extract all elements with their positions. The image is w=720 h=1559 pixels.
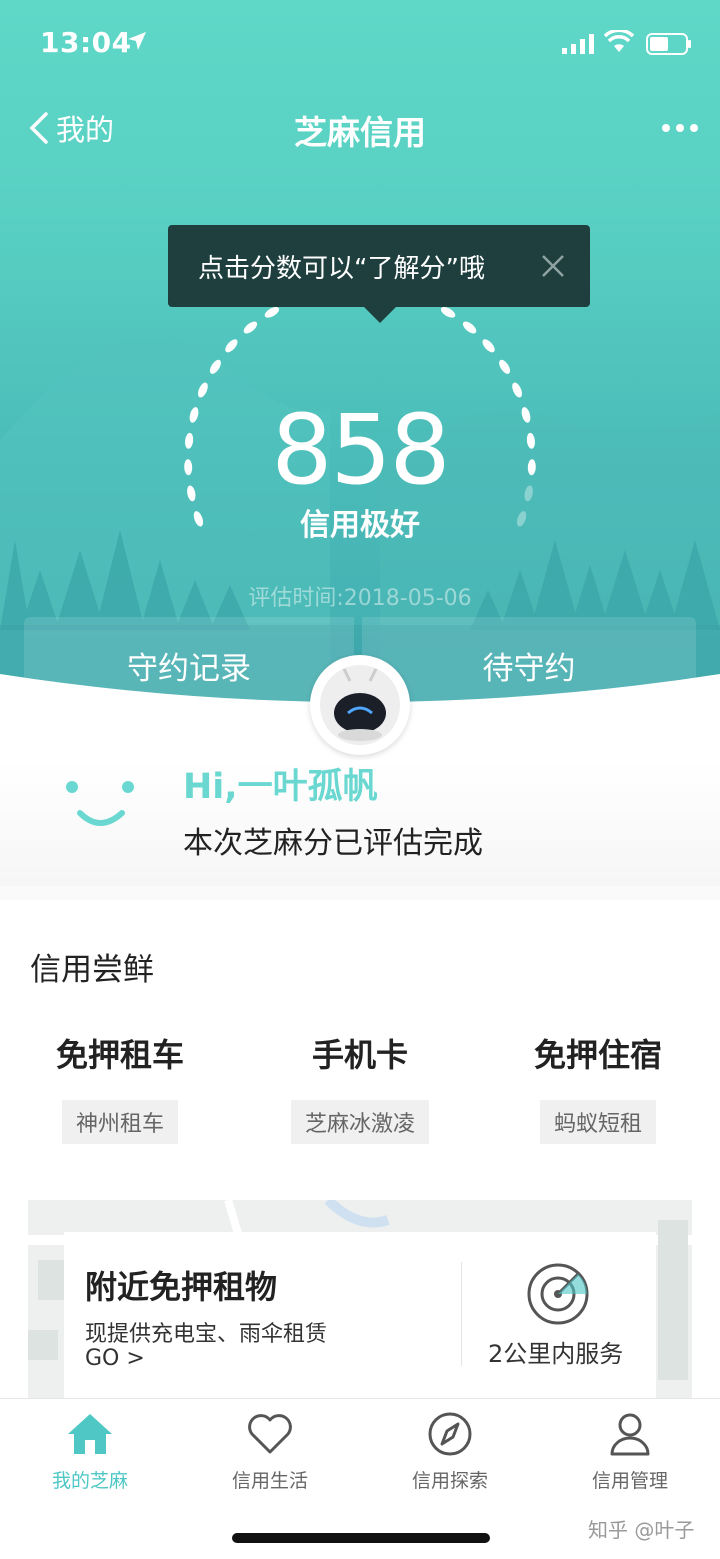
wifi-icon (604, 30, 634, 52)
radar-icon (527, 1263, 589, 1325)
location-arrow-icon (128, 32, 146, 50)
heart-icon (248, 1414, 292, 1454)
dial-tick (482, 339, 495, 353)
trial-tag: 芝麻冰激凌 (290, 1100, 429, 1144)
watermark-text: 知乎 @叶子 (588, 1518, 695, 1542)
dial-tick (198, 382, 208, 398)
tooltip-arrow (364, 307, 396, 323)
status-time: 13:04 (40, 26, 132, 59)
dial-tick (209, 359, 221, 374)
home-icon (68, 1414, 112, 1454)
tab-label: 我的芝麻 (51, 1470, 128, 1492)
dial-tick (440, 306, 456, 318)
trial-lodging[interactable]: 免押住宿 蚂蚁短租 (498, 1030, 698, 1144)
status-bar: 13:04 (0, 0, 720, 88)
trial-name: 手机卡 (311, 1036, 408, 1074)
section-title: 信用尝鲜 (30, 952, 154, 988)
robot-avatar[interactable] (310, 655, 410, 755)
trial-car-rental[interactable]: 免押租车 神州租车 (20, 1030, 220, 1144)
trial-name: 免押租车 (55, 1036, 184, 1074)
nav-bar: 我的 芝麻信用 (0, 96, 720, 160)
tab-credit-manage[interactable]: 信用管理 (560, 1410, 700, 1493)
tab-label: 信用探索 (411, 1470, 488, 1492)
cellular-signal-icon (562, 34, 594, 54)
tab-label: 信用管理 (591, 1470, 668, 1492)
trial-tag: 蚂蚁短租 (539, 1100, 656, 1144)
section-divider (0, 886, 720, 900)
robot-icon (320, 665, 400, 745)
battery-icon (646, 33, 691, 55)
dial-tick (499, 359, 511, 374)
tab-label: 信用生活 (231, 1470, 308, 1492)
score-tooltip: 点击分数可以“了解分”哦 (168, 225, 590, 323)
vertical-divider (461, 1262, 462, 1366)
close-icon[interactable] (540, 253, 566, 279)
tooltip-text: 点击分数可以“了解分”哦 (198, 253, 485, 284)
dial-tick (264, 306, 280, 318)
page-title: 芝麻信用 (294, 113, 426, 152)
greeting-name: Hi,一叶孤帆 (183, 767, 378, 807)
dial-tick (512, 382, 522, 398)
tab-credit-life[interactable]: 信用生活 (200, 1410, 340, 1493)
tab-credit-explore[interactable]: 信用探索 (380, 1410, 520, 1493)
tab-my-zhima[interactable]: 我的芝麻 (20, 1410, 160, 1493)
credit-score[interactable]: 858 (0, 400, 720, 500)
nearby-go-link[interactable]: GO > (85, 1346, 145, 1371)
trial-phone-card[interactable]: 手机卡 芝麻冰激凌 (260, 1030, 460, 1144)
service-radius: 2公里内服务 (488, 1340, 624, 1368)
compass-icon (428, 1412, 472, 1456)
dial-tick (225, 339, 238, 353)
home-indicator[interactable] (232, 1533, 490, 1543)
smiley-icon (66, 781, 134, 826)
person-icon (610, 1413, 650, 1456)
trial-name: 免押住宿 (533, 1036, 662, 1074)
dial-tick (243, 321, 258, 334)
evaluation-time: 评估时间:2018-05-06 (248, 586, 472, 611)
greeting-message: 本次芝麻分已评估完成 (183, 826, 483, 861)
credit-level: 信用极好 (300, 508, 420, 543)
more-icon[interactable] (660, 118, 700, 138)
nearby-description: 现提供充电宝、雨伞租赁 (85, 1322, 328, 1347)
dial-tick (462, 321, 477, 334)
nearby-title: 附近免押租物 (85, 1268, 278, 1306)
trial-tag: 神州租车 (61, 1100, 178, 1144)
